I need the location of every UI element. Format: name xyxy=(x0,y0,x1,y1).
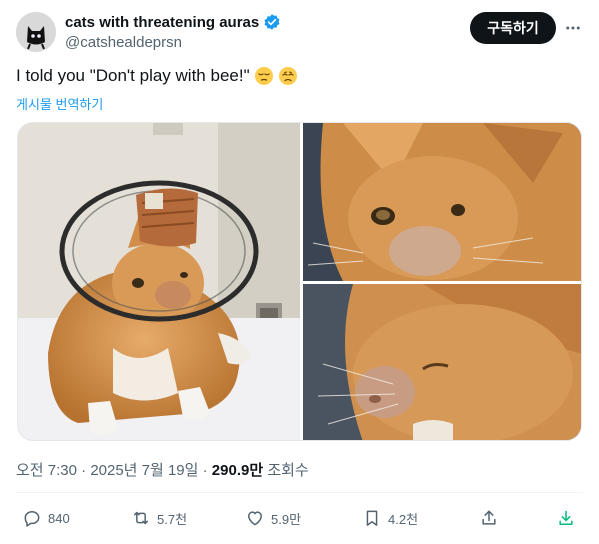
views-label: 조회수 xyxy=(267,462,309,479)
share-button[interactable] xyxy=(479,508,499,528)
tweet-text: I told you "Don't play with bee!" xyxy=(16,66,250,85)
divider xyxy=(16,492,583,493)
repost-count: 5.7천 xyxy=(157,511,188,527)
tweet-time[interactable]: 오전 7:30 xyxy=(16,462,77,479)
meta-separator: · xyxy=(202,462,208,479)
bookmark-icon xyxy=(366,510,378,526)
tweet-header: cats with threatening auras @catshealdep… xyxy=(16,12,583,56)
cat-swollen-nose-closeup-photo[interactable] xyxy=(303,284,581,440)
translate-post-link[interactable]: 게시물 번역하기 xyxy=(16,94,103,113)
author-name-row: cats with threatening auras xyxy=(65,13,281,31)
share-icon xyxy=(482,510,496,525)
verified-badge-icon xyxy=(263,13,281,31)
avatar[interactable] xyxy=(16,12,56,52)
heart-icon xyxy=(248,511,262,526)
bookmark-count: 4.2천 xyxy=(388,511,419,527)
tweet-meta: 오전 7:30 · 2025년 7월 19일 · 290.9만 조회수 xyxy=(16,459,309,480)
tweet-date[interactable]: 2025년 7월 19일 xyxy=(90,462,198,479)
media-grid xyxy=(17,122,582,441)
more-dots-icon xyxy=(566,26,580,30)
action-bar: 840 5.7천 5.9만 4.2천 xyxy=(16,500,583,540)
disappointed-face-emoji xyxy=(278,66,298,86)
download-button[interactable] xyxy=(556,508,576,528)
more-options-button[interactable] xyxy=(561,16,585,40)
reply-icon xyxy=(24,511,40,527)
meta-separator: · xyxy=(81,462,87,479)
cat-in-cone-photo[interactable] xyxy=(18,123,300,440)
author-handle[interactable]: @catshealdeprsn xyxy=(65,34,182,51)
reply-button[interactable]: 840 xyxy=(22,508,70,528)
author-display-name[interactable]: cats with threatening auras xyxy=(65,14,259,31)
bookmark-button[interactable]: 4.2천 xyxy=(362,508,418,528)
repost-icon xyxy=(134,511,148,525)
tweet-text-row: I told you "Don't play with bee!" xyxy=(16,66,298,86)
like-count: 5.9만 xyxy=(271,511,302,527)
repost-button[interactable]: 5.7천 xyxy=(131,508,187,528)
views-count: 290.9만 xyxy=(211,462,264,479)
like-button[interactable]: 5.9만 xyxy=(245,508,301,528)
reply-count: 840 xyxy=(48,510,70,526)
cat-swollen-face-closeup-photo[interactable] xyxy=(303,123,581,281)
subscribe-button[interactable]: 구독하기 xyxy=(470,12,556,44)
pensive-face-emoji xyxy=(254,66,274,86)
download-icon xyxy=(559,510,573,525)
